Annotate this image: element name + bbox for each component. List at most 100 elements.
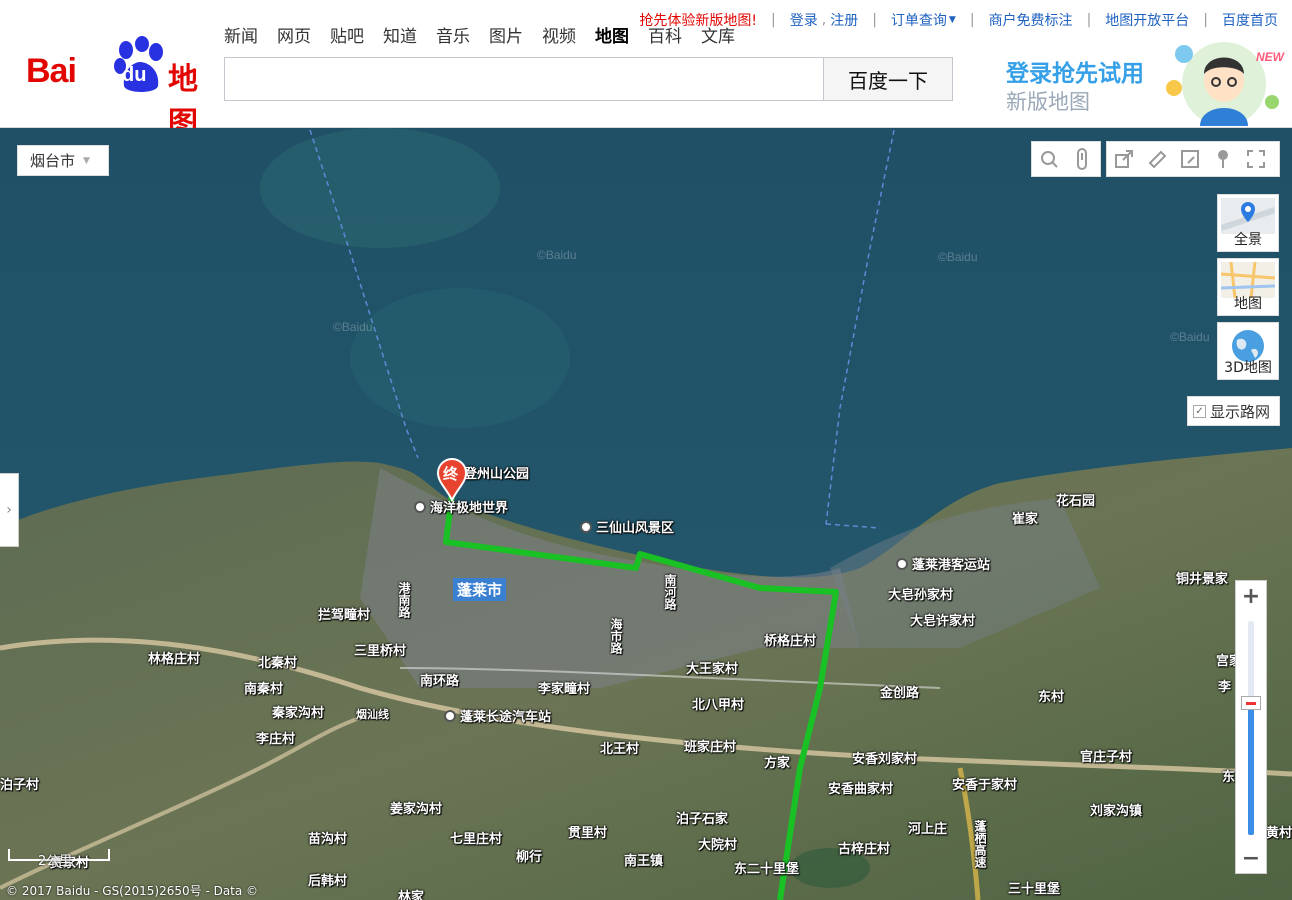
nav-item[interactable]: 音乐 xyxy=(436,22,470,47)
nav-item[interactable]: 地图 xyxy=(595,22,629,47)
zoom-slider-handle[interactable] xyxy=(1241,696,1261,710)
map-toolgroup xyxy=(1106,141,1280,177)
city-selector-label: 烟台市 xyxy=(30,152,76,170)
open-platform-link[interactable]: 地图开放平台 xyxy=(1105,10,1189,30)
map-watermark: ©Baidu xyxy=(938,250,978,264)
nav-item[interactable]: 视频 xyxy=(542,22,576,47)
chevron-down-icon: ▼ xyxy=(948,15,956,25)
share-button[interactable] xyxy=(1107,142,1140,176)
search-button[interactable]: 百度一下 xyxy=(823,57,953,101)
map-label: 大王家村 xyxy=(686,662,739,677)
map-view-button[interactable]: 地图 xyxy=(1217,258,1279,316)
separator: | xyxy=(1086,12,1092,28)
3d-map-button[interactable]: 3D地图 xyxy=(1217,322,1279,380)
end-marker-label: 终 xyxy=(443,465,459,483)
map-label: 蓬莱长途汽车站 xyxy=(444,706,551,725)
map-label: 李家疃村 xyxy=(538,682,591,697)
ruler-button[interactable] xyxy=(1140,142,1173,176)
map-label: 七里庄村 xyxy=(450,832,503,847)
zoom-in-button[interactable]: + xyxy=(1236,581,1266,611)
map-label: 崔家 xyxy=(1012,512,1039,527)
register-link[interactable]: 注册 xyxy=(830,10,858,30)
road-label: 海市路 xyxy=(609,618,623,654)
fullscreen-button[interactable] xyxy=(1239,142,1272,176)
search-around-button[interactable] xyxy=(1032,142,1065,176)
panorama-view-button[interactable]: 全景 xyxy=(1217,194,1279,252)
map-label: 安香刘家村 xyxy=(852,752,918,767)
top-links: 抢先体验新版地图! | 登录 , 注册 | 订单查询 ▼ | 商户免费标注 | 地… xyxy=(639,10,1278,30)
map-canvas[interactable]: ©Baidu ©Baidu ©Baidu ©Baidu 登州山公园 海洋极地世界… xyxy=(0,128,1292,900)
measure-toolgroup xyxy=(1031,141,1101,177)
map-label: 方家 xyxy=(764,756,791,771)
map-label: 铜井景家 xyxy=(1176,572,1229,587)
chevron-right-icon: › xyxy=(6,502,12,518)
map-label: 桥格庄村 xyxy=(764,634,817,649)
road-label: 烟汕线 xyxy=(356,708,389,721)
map-label: 黄村 xyxy=(1266,826,1292,841)
poi-icon xyxy=(580,521,592,533)
road-network-toggle[interactable]: ✓ 显示路网 xyxy=(1187,396,1280,426)
merchant-link[interactable]: 商户免费标注 xyxy=(989,10,1073,30)
map-label: 姜家沟村 xyxy=(390,802,443,817)
separator: | xyxy=(872,12,877,28)
map-label: 三仙山风景区 xyxy=(580,517,674,536)
map-label: 东二十里堡 xyxy=(734,862,800,877)
zoom-control: + − xyxy=(1235,580,1267,874)
baidu-map-logo[interactable]: Bai du 地图 xyxy=(26,36,216,141)
nav-item[interactable]: 网页 xyxy=(277,22,311,47)
checkbox-icon: ✓ xyxy=(1193,404,1206,418)
new-badge: NEW xyxy=(1256,50,1284,64)
town-label: 南王镇 xyxy=(624,854,664,869)
baidu-home-link[interactable]: 百度首页 xyxy=(1222,10,1278,30)
search-icon xyxy=(1040,151,1058,168)
map-label: 花石园 xyxy=(1056,494,1096,509)
chevron-down-icon: ▼ xyxy=(83,155,90,166)
share-icon xyxy=(1114,150,1133,168)
separator: | xyxy=(771,12,776,28)
map-label: 李庄村 xyxy=(256,732,296,747)
mark-button[interactable] xyxy=(1206,142,1239,176)
road-label: 蓬栖高速 xyxy=(973,820,987,868)
orders-link[interactable]: 订单查询 xyxy=(891,10,947,30)
map-label: 北八甲村 xyxy=(692,698,745,713)
nav-item[interactable]: 新闻 xyxy=(224,22,258,47)
map-label: 安香于家村 xyxy=(952,778,1018,793)
map-label: 林格庄村 xyxy=(148,652,201,667)
map-label: 官庄子村 xyxy=(1080,750,1133,765)
road-label: 南环路 xyxy=(420,674,460,689)
map-label: 秦家沟村 xyxy=(272,706,325,721)
map-label: 泊子石家 xyxy=(676,812,729,827)
expand-panel-button[interactable]: › xyxy=(0,473,19,547)
nav-item[interactable]: 知道 xyxy=(383,22,417,47)
nav-item[interactable]: 图片 xyxy=(489,22,523,47)
header: Bai du 地图 新闻 网页 贴吧 知道 音乐 图片 视频 地图 百科 文库 抢先体验新版地图!… xyxy=(0,0,1292,141)
map-label: 大皂许家村 xyxy=(910,614,976,629)
road-label: 金创路 xyxy=(880,686,920,701)
ruler-icon xyxy=(1148,150,1166,169)
poi-icon xyxy=(414,501,426,513)
map-label: 苗沟村 xyxy=(308,832,348,847)
map-label: 林家 xyxy=(398,890,425,900)
separator: , xyxy=(821,12,827,28)
map-label: 古梓庄村 xyxy=(838,842,891,857)
separator: | xyxy=(1203,12,1208,28)
map-label: 贯里村 xyxy=(568,826,608,841)
map-label: 安香曲家村 xyxy=(828,782,894,797)
nav-item[interactable]: 贴吧 xyxy=(330,22,364,47)
search-input[interactable] xyxy=(224,57,824,101)
map-label: 刘家沟镇 xyxy=(1090,804,1143,819)
subway-button[interactable] xyxy=(1065,142,1098,176)
new-version-banner[interactable]: 登录抢先试用 新版地图 NEW xyxy=(1000,34,1290,126)
screenshot-button[interactable] xyxy=(1173,142,1206,176)
separator: | xyxy=(969,12,975,28)
map-label: 大皂孙家村 xyxy=(888,588,954,603)
zoom-out-button[interactable]: − xyxy=(1236,843,1266,873)
logo-du: du xyxy=(122,64,147,86)
new-version-promo-link[interactable]: 抢先体验新版地图! xyxy=(639,10,757,30)
logo-bai: Bai xyxy=(26,52,77,90)
route-end-marker[interactable]: 终 xyxy=(436,458,468,503)
city-selector[interactable]: 烟台市 ▼ xyxy=(17,145,109,176)
map-watermark: ©Baidu xyxy=(1170,330,1210,344)
login-link[interactable]: 登录 xyxy=(790,10,818,30)
satellite-imagery[interactable] xyxy=(0,128,1292,900)
